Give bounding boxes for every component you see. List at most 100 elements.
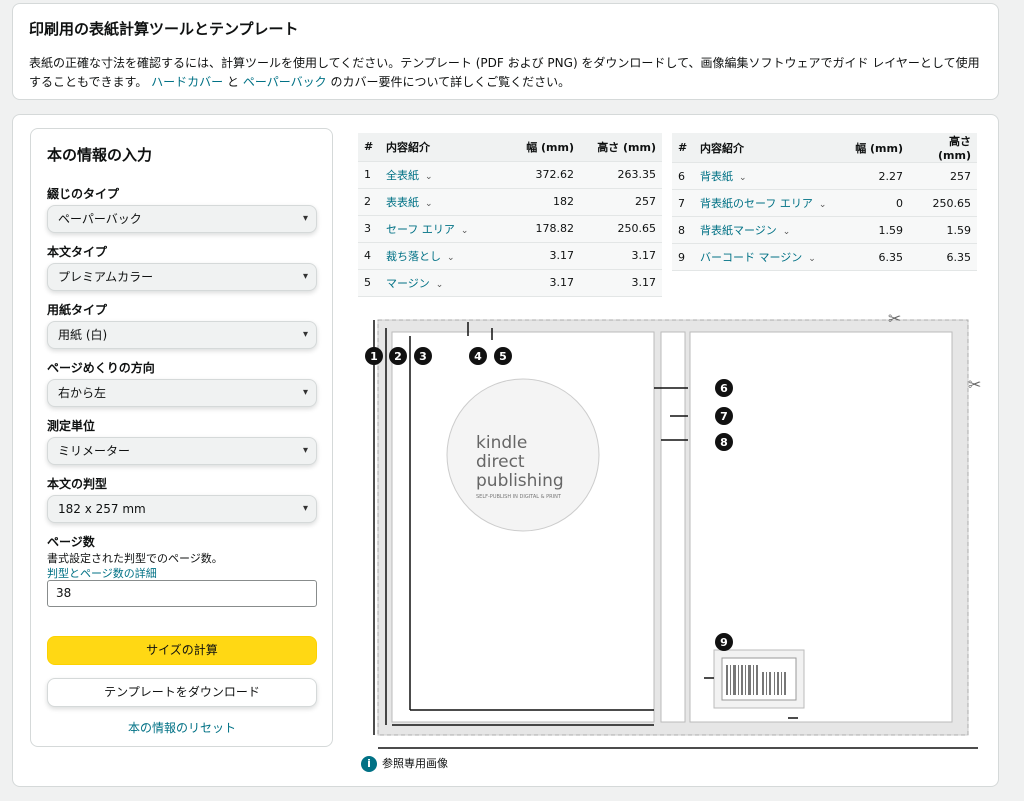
table-row: 1 全表紙 ⌄ 372.62 263.35: [358, 161, 662, 189]
direction-label: ページめくりの方向: [47, 361, 155, 375]
col-num: #: [358, 133, 380, 162]
calculator-card: 本の情報の入力 綴じのタイプ ペーパーバック ▾ 本文タイプ プレミアムカラー ▾ …: [12, 114, 999, 787]
logo-line-3: publishing: [476, 471, 564, 491]
pages-input[interactable]: 38: [47, 580, 317, 607]
col-width: 幅 (mm): [847, 133, 909, 163]
binding-select[interactable]: ペーパーバック ▾: [47, 205, 317, 233]
logo-line-2: direct: [476, 452, 525, 472]
row-name-link[interactable]: バーコード マージン: [700, 251, 802, 264]
chevron-down-icon: ▾: [302, 329, 308, 340]
marker-9: 9: [715, 633, 733, 651]
paper-select[interactable]: 用紙 (白) ▾: [47, 321, 317, 349]
col-num: #: [672, 133, 694, 163]
row-name[interactable]: 全表紙 ⌄: [380, 161, 510, 189]
page-title: 印刷用の表紙計算ツールとテンプレート: [29, 20, 299, 38]
chevron-down-icon: ⌄: [425, 198, 433, 209]
chevron-down-icon: ▾: [302, 387, 308, 398]
marker-5-label: 5: [499, 350, 507, 363]
row-width: 6.35: [847, 243, 909, 271]
col-height: 高さ (mm): [909, 133, 977, 163]
row-height: 257: [580, 188, 662, 216]
row-name[interactable]: 背表紙のセーフ エリア ⌄: [694, 189, 847, 217]
dimensions-table-right: # 内容紹介 幅 (mm) 高さ (mm) 6 背表紙 ⌄ 2.27 257 7 背表紙の…: [672, 133, 977, 271]
unit-select[interactable]: ミリメーター ▾: [47, 437, 317, 465]
marker-4-label: 4: [474, 350, 482, 363]
kdp-logo: kindle direct publishing SELF-PUBLISH IN…: [446, 378, 600, 532]
marker-2-label: 2: [394, 350, 402, 363]
row-num: 4: [358, 242, 380, 270]
direction-select[interactable]: 右から左 ▾: [47, 379, 317, 407]
table-row: 9 バーコード マージン ⌄ 6.35 6.35: [672, 243, 977, 271]
chevron-down-icon: ⌄: [782, 227, 791, 237]
marker-5: 5: [494, 347, 512, 365]
marker-3: 3: [414, 347, 432, 365]
chevron-down-icon: ⌄: [739, 173, 747, 183]
pages-info-link[interactable]: 判型とページ数の詳細: [47, 565, 157, 581]
scissors-icon: ✂: [888, 309, 901, 328]
reset-link[interactable]: 本の情報のリセット: [47, 719, 317, 736]
marker-1-label: 1: [370, 350, 378, 363]
table-row: 7 背表紙のセーフ エリア ⌄ 0 250.65: [672, 189, 977, 217]
chevron-down-icon: ▾: [302, 503, 308, 514]
table-row: 6 背表紙 ⌄ 2.27 257: [672, 162, 977, 190]
chevron-down-icon: ▾: [302, 213, 308, 224]
interior-label: 本文タイプ: [47, 245, 108, 259]
trim-select[interactable]: 182 x 257 mm ▾: [47, 495, 317, 523]
marker-4: 4: [469, 347, 487, 365]
row-name[interactable]: バーコード マージン ⌄: [694, 243, 847, 271]
row-name[interactable]: マージン ⌄: [380, 269, 510, 297]
logo-tagline: SELF-PUBLISH IN DIGITAL & PRINT: [476, 494, 562, 500]
row-name-link[interactable]: マージン: [386, 277, 430, 290]
dimensions-table-left: # 内容紹介 幅 (mm) 高さ (mm) 1 全表紙 ⌄ 372.62 263.35 …: [358, 133, 662, 297]
desc-text-2: のカバー要件について詳しくご覧ください。: [330, 75, 571, 89]
table-row: 2 表表紙 ⌄ 182 257: [358, 188, 662, 216]
row-name[interactable]: セーフ エリア ⌄: [380, 215, 510, 243]
row-name-link[interactable]: 背表紙マージン: [700, 224, 777, 237]
marker-7-label: 7: [720, 410, 728, 423]
calculate-button[interactable]: サイズの計算: [47, 636, 317, 665]
marker-6: 6: [715, 379, 733, 397]
table-row: 4 裁ち落とし ⌄ 3.17 3.17: [358, 242, 662, 270]
col-width: 幅 (mm): [510, 133, 580, 162]
row-name-link[interactable]: セーフ エリア: [386, 223, 455, 236]
row-num: 5: [358, 269, 380, 297]
row-name-link[interactable]: 表表紙: [386, 196, 419, 209]
col-content: 内容紹介: [380, 133, 510, 162]
row-name[interactable]: 裁ち落とし ⌄: [380, 242, 510, 270]
paper-value: 用紙 (白): [58, 328, 108, 342]
chevron-down-icon: ⌄: [808, 254, 816, 264]
row-name[interactable]: 背表紙マージン ⌄: [694, 216, 847, 244]
row-width: 372.62: [510, 161, 580, 189]
info-icon: i: [361, 756, 377, 772]
binding-value: ペーパーバック: [58, 212, 142, 226]
chevron-down-icon: ⌄: [425, 171, 433, 182]
intro-card: 印刷用の表紙計算ツールとテンプレート 表紙の正確な寸法を確認するには、計算ツール…: [12, 3, 999, 100]
direction-value: 右から左: [58, 386, 107, 400]
chevron-down-icon: ▾: [302, 271, 308, 282]
row-name-link[interactable]: 背表紙: [700, 170, 733, 183]
row-num: 7: [672, 189, 694, 217]
row-num: 1: [358, 161, 380, 189]
trim-label: 本文の判型: [47, 477, 108, 491]
download-template-button[interactable]: テンプレートをダウンロード: [47, 678, 317, 707]
marker-9-label: 9: [720, 636, 728, 649]
chevron-down-icon: ⌄: [818, 200, 827, 210]
row-name[interactable]: 背表紙 ⌄: [694, 162, 847, 190]
marker-2: 2: [389, 347, 407, 365]
paperback-link[interactable]: ペーパーバック: [243, 75, 327, 89]
row-height: 250.65: [580, 215, 662, 243]
chevron-down-icon: ⌄: [460, 225, 469, 236]
marker-3-label: 3: [419, 350, 427, 363]
row-name[interactable]: 表表紙 ⌄: [380, 188, 510, 216]
row-num: 3: [358, 215, 380, 243]
row-name-link[interactable]: 全表紙: [386, 169, 419, 182]
row-height: 250.65: [909, 189, 977, 217]
hardcover-link[interactable]: ハードカバー: [151, 75, 223, 89]
row-height: 1.59: [909, 216, 977, 244]
chevron-down-icon: ▾: [302, 445, 308, 456]
table-header-row: # 内容紹介 幅 (mm) 高さ (mm): [672, 133, 977, 163]
row-height: 263.35: [580, 161, 662, 189]
interior-select[interactable]: プレミアムカラー ▾: [47, 263, 317, 291]
row-name-link[interactable]: 背表紙のセーフ エリア: [700, 197, 813, 210]
row-name-link[interactable]: 裁ち落とし: [386, 250, 441, 263]
